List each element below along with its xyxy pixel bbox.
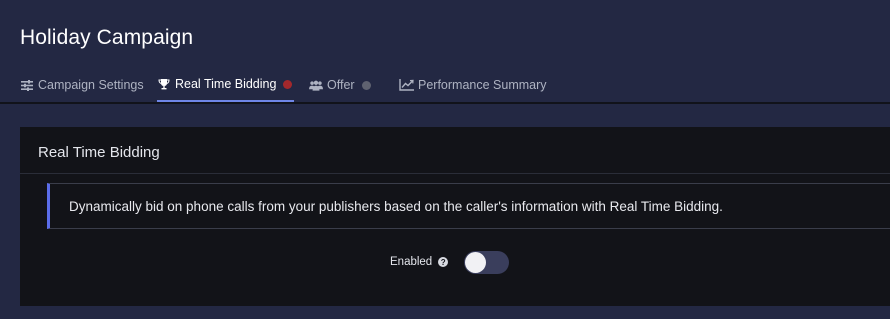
enabled-toggle-row: Enabled ? [390, 250, 510, 274]
campaign-page: Holiday Campaign Campaign Settings Real … [0, 0, 890, 319]
tab-performance-summary[interactable]: Performance Summary [398, 68, 547, 102]
callout-text: Dynamically bid on phone calls from your… [69, 199, 723, 214]
toggle-label: Enabled [390, 256, 433, 268]
help-icon[interactable]: ? [438, 257, 449, 267]
tab-label: Performance Summary [418, 78, 547, 92]
switch-knob [465, 251, 487, 273]
trophy-icon [157, 77, 171, 91]
page-title: Holiday Campaign [20, 26, 194, 49]
rtb-card: Real Time Bidding Dynamically bid on pho… [20, 127, 890, 306]
status-dot [361, 80, 371, 90]
status-dot [283, 79, 293, 89]
tab-real-time-bidding[interactable]: Real Time Bidding [157, 68, 295, 102]
enabled-switch[interactable] [464, 250, 510, 274]
tab-label: Offer [327, 78, 355, 92]
divider [20, 173, 890, 174]
tab-label: Real Time Bidding [175, 77, 277, 91]
tab-campaign-settings[interactable]: Campaign Settings [20, 68, 144, 102]
card-title: Real Time Bidding [38, 144, 160, 161]
info-callout: Dynamically bid on phone calls from your… [47, 183, 890, 229]
users-icon [309, 78, 323, 92]
tab-offer[interactable]: Offer [309, 68, 371, 102]
sliders-icon [20, 78, 34, 92]
line-chart-icon [398, 78, 414, 92]
tab-bar: Campaign Settings Real Time Bidding Offe… [0, 68, 890, 104]
tab-label: Campaign Settings [38, 78, 144, 92]
